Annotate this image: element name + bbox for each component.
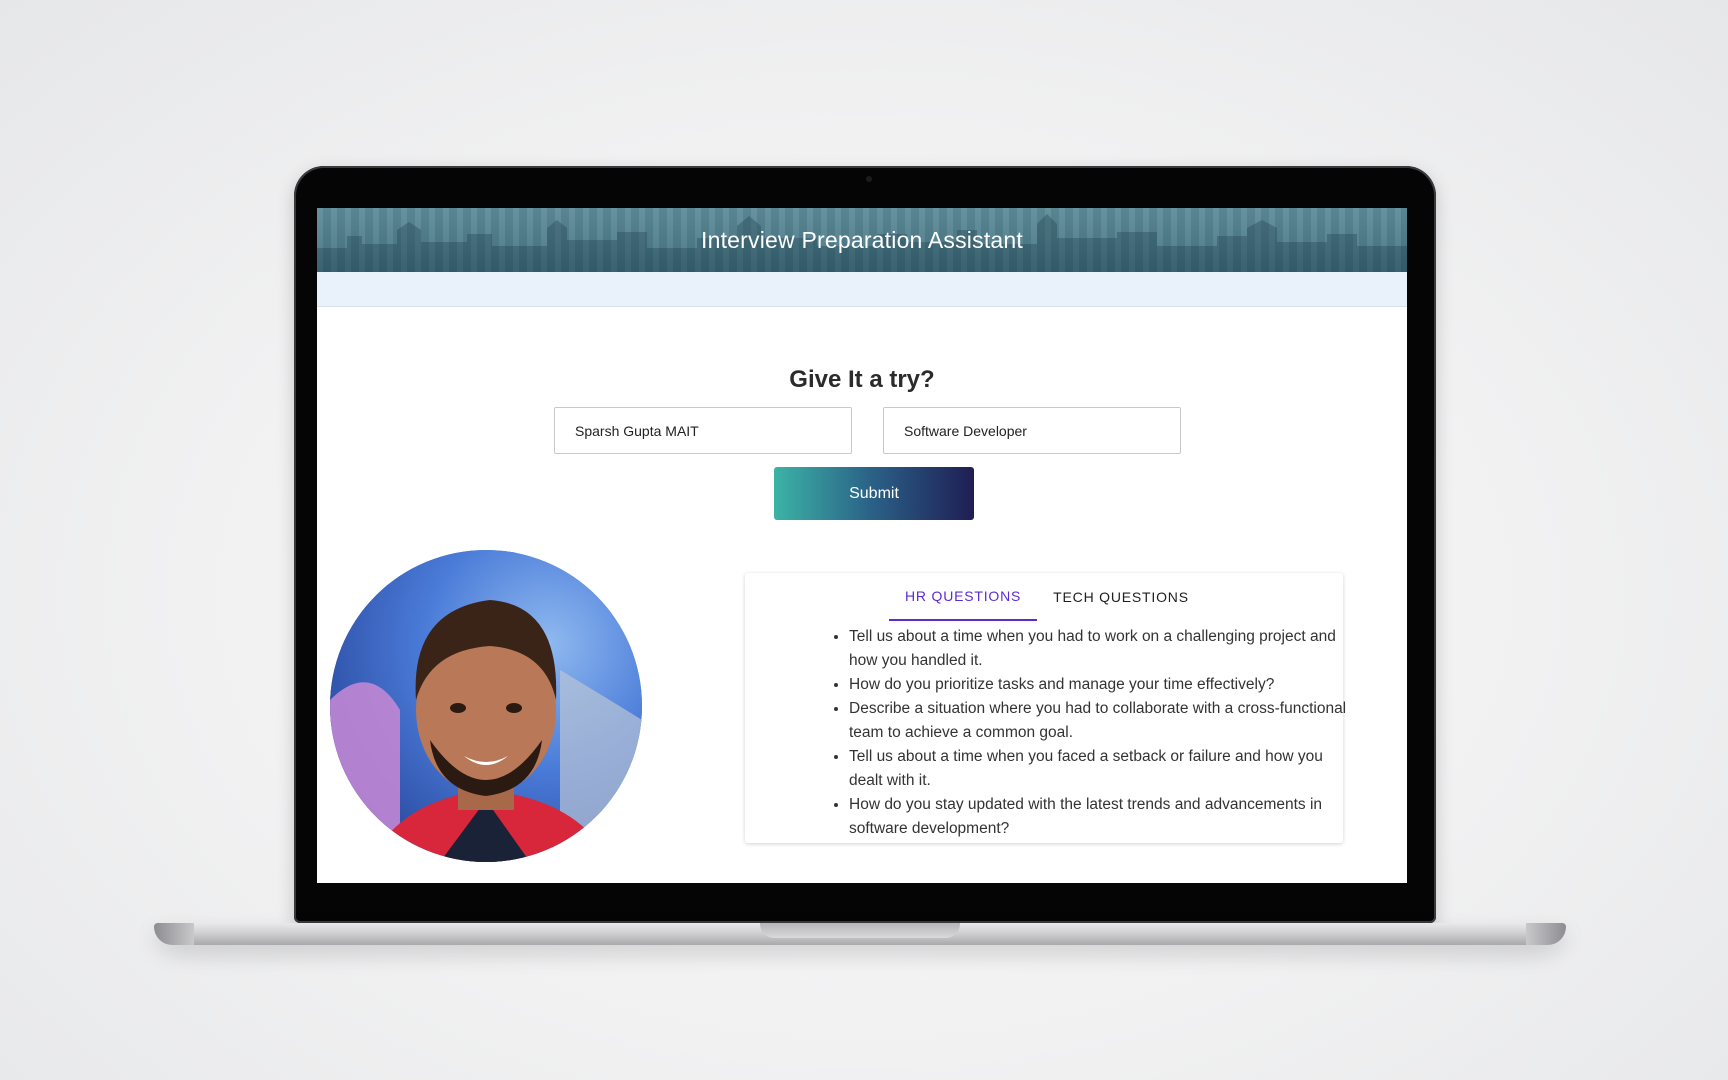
tab-tech-questions[interactable]: TECH QUESTIONS [1037, 573, 1205, 621]
submit-button[interactable]: Submit [774, 467, 974, 520]
app-header: Interview Preparation Assistant [317, 208, 1407, 272]
list-item: Tell us about a time when you faced a se… [849, 745, 1359, 793]
tab-hr-questions[interactable]: HR QUESTIONS [889, 573, 1038, 621]
profile-photo [330, 550, 642, 862]
list-item: How do you stay updated with the latest … [849, 793, 1359, 841]
laptop-notch [760, 923, 960, 938]
form-heading: Give It a try? [789, 366, 935, 393]
questions-card: HR QUESTIONS TECH QUESTIONS Tell us abou… [745, 573, 1346, 843]
header-sub-band [317, 272, 1407, 307]
list-item: Describe a situation where you had to co… [849, 697, 1359, 745]
camera-icon [866, 176, 872, 182]
question-list: Tell us about a time when you had to wor… [829, 625, 1359, 841]
list-item: How do you prioritize tasks and manage y… [849, 673, 1359, 697]
app-screen: Interview Preparation Assistant Give It … [317, 208, 1407, 883]
question-tabs: HR QUESTIONS TECH QUESTIONS [889, 573, 1205, 621]
role-input[interactable] [883, 407, 1181, 454]
avatar [330, 550, 642, 862]
name-input[interactable] [554, 407, 852, 454]
list-item: Tell us about a time when you had to wor… [849, 625, 1359, 673]
app-title: Interview Preparation Assistant [701, 226, 1023, 253]
